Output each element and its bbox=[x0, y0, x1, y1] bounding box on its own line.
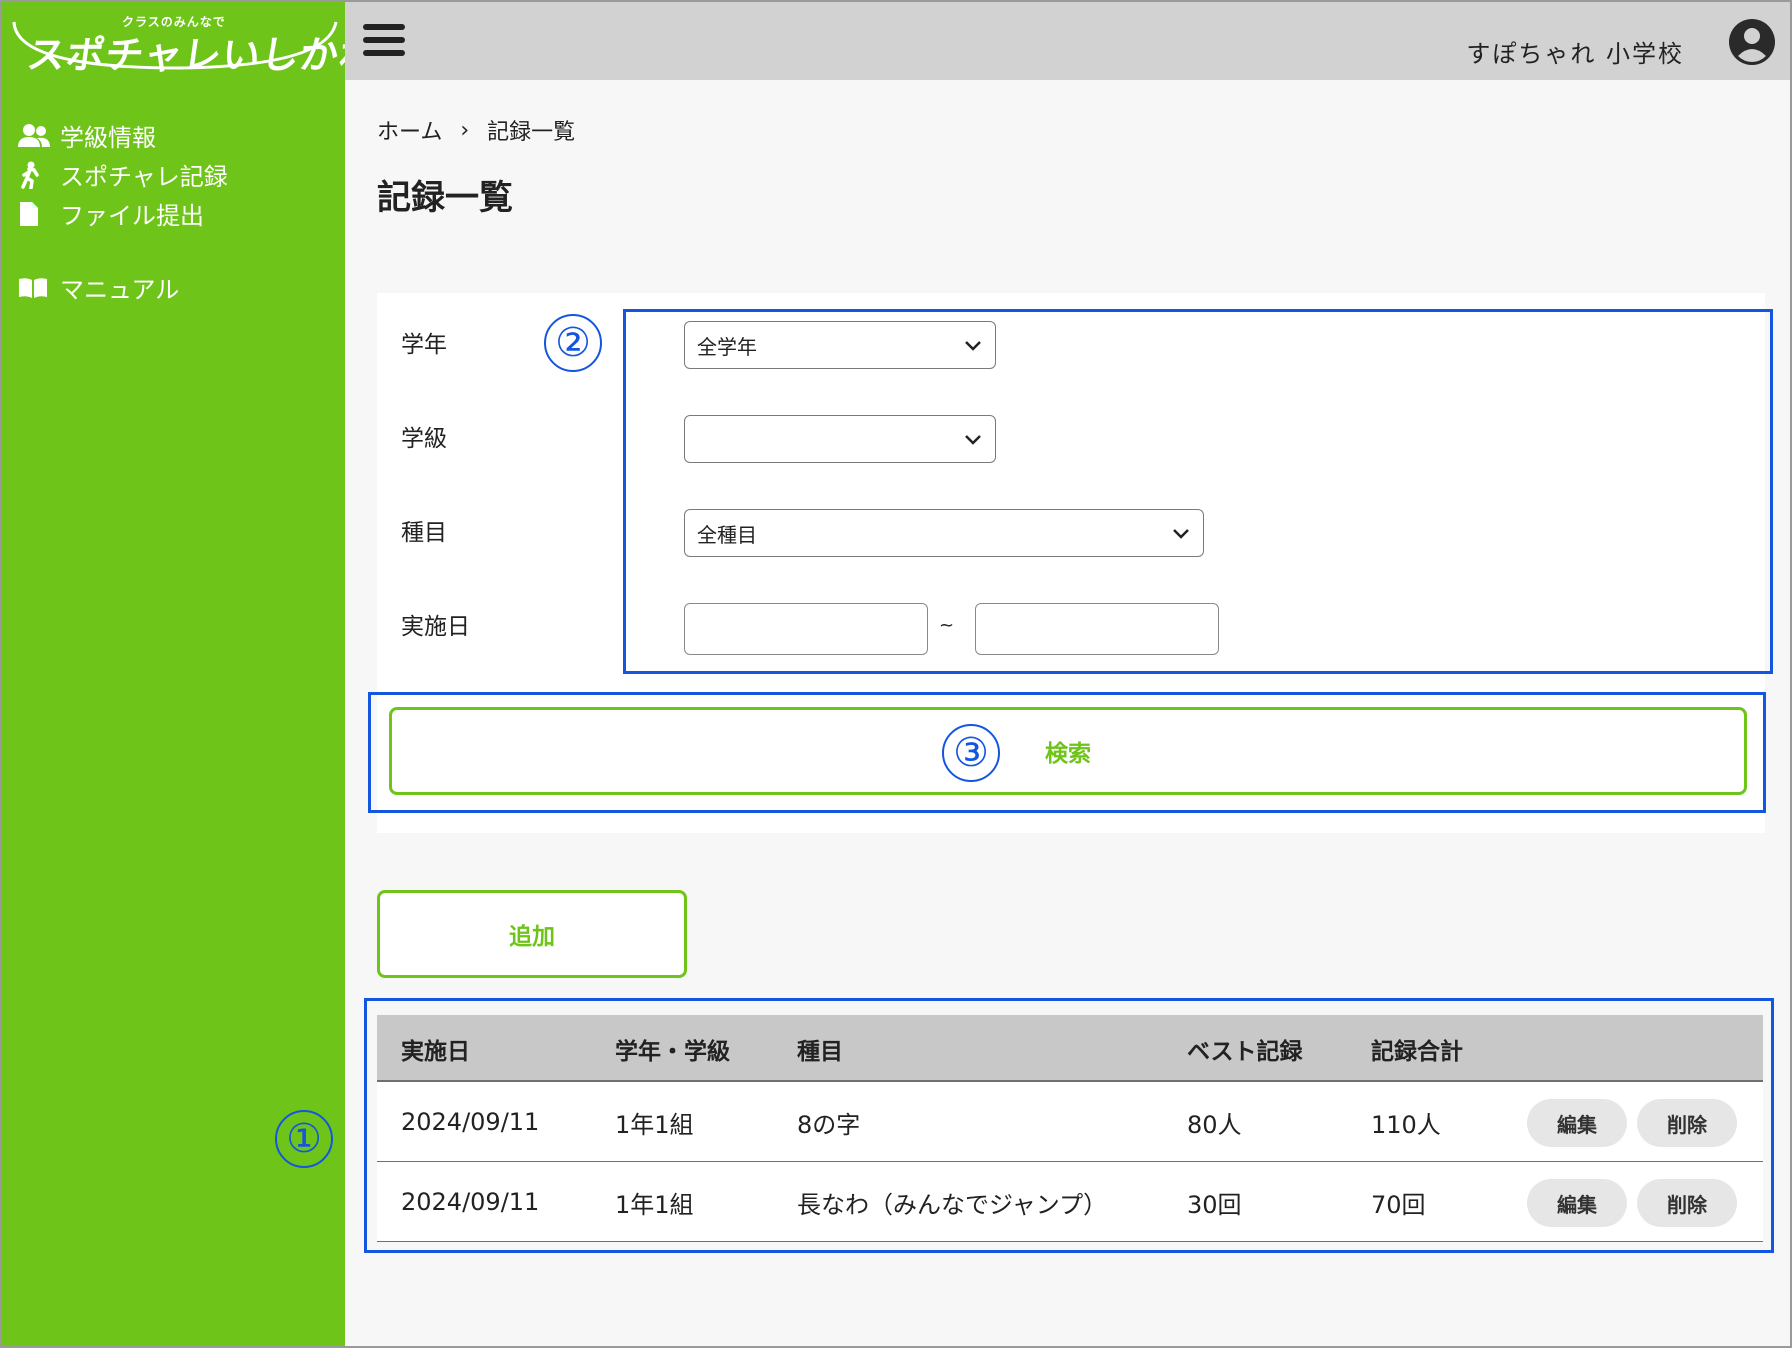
logo-name: スポチャレいしかわ bbox=[24, 33, 382, 77]
cell-class: 1年1組 bbox=[615, 1110, 694, 1139]
date-to-input[interactable] bbox=[975, 603, 1219, 655]
chevron-down-icon bbox=[965, 435, 981, 445]
add-button[interactable]: 追加 bbox=[377, 890, 687, 978]
cell-total: 70回 bbox=[1371, 1190, 1426, 1219]
grade-select-value: 全学年 bbox=[697, 334, 757, 359]
annotation-marker-1: ① bbox=[275, 1110, 333, 1168]
column-header-event: 種目 bbox=[797, 1038, 843, 1065]
running-icon bbox=[18, 161, 50, 189]
edit-button[interactable]: 編集 bbox=[1527, 1099, 1627, 1147]
app-window: クラスのみんなで スポチャレいしかわ 学級情報 スポチャレ記録 ファイル提出 マ… bbox=[0, 0, 1792, 1348]
sidebar-item-file-submit[interactable]: ファイル提出 bbox=[2, 194, 345, 233]
cell-date: 2024/09/11 bbox=[401, 1188, 540, 1216]
account-icon[interactable] bbox=[1728, 18, 1776, 66]
edit-button[interactable]: 編集 bbox=[1527, 1179, 1627, 1227]
app-logo[interactable]: クラスのみんなで スポチャレいしかわ bbox=[10, 8, 381, 77]
column-header-best: ベスト記録 bbox=[1187, 1038, 1303, 1065]
hamburger-icon[interactable] bbox=[363, 24, 405, 60]
grade-select[interactable]: 全学年 bbox=[684, 321, 996, 369]
event-label: 種目 bbox=[401, 520, 447, 546]
event-select-value: 全種目 bbox=[697, 522, 757, 547]
annotation-marker-3: ③ bbox=[942, 724, 1000, 782]
page-title: 記録一覧 bbox=[377, 178, 513, 218]
date-separator: ~ bbox=[939, 615, 955, 636]
table-row: 2024/09/11 1年1組 8の字 80人 110人 編集 削除 bbox=[377, 1082, 1763, 1162]
users-icon bbox=[18, 122, 50, 150]
table-row: 2024/09/11 1年1組 長なわ（みんなでジャンプ） 30回 70回 編集… bbox=[377, 1162, 1763, 1242]
class-select[interactable] bbox=[684, 415, 996, 463]
class-label: 学級 bbox=[401, 426, 447, 452]
cell-best: 80人 bbox=[1187, 1110, 1242, 1139]
book-icon bbox=[18, 274, 50, 302]
chevron-down-icon bbox=[965, 341, 981, 351]
table-header: 実施日 学年・学級 種目 ベスト記録 記録合計 bbox=[377, 1015, 1763, 1082]
annotation-marker-2: ② bbox=[544, 314, 602, 372]
cell-event: 8の字 bbox=[797, 1110, 861, 1139]
search-button[interactable]: 検索 bbox=[389, 707, 1747, 795]
cell-total: 110人 bbox=[1371, 1110, 1441, 1139]
chevron-right-icon: › bbox=[460, 117, 470, 143]
records-table: 実施日 学年・学級 種目 ベスト記録 記録合計 2024/09/11 1年1組 … bbox=[377, 1015, 1763, 1242]
add-button-label: 追加 bbox=[509, 924, 555, 950]
sidebar-item-class-info[interactable]: 学級情報 bbox=[2, 116, 345, 155]
top-header: すぽちゃれ 小学校 bbox=[345, 2, 1790, 80]
search-button-label: 検索 bbox=[1045, 741, 1091, 767]
file-icon bbox=[18, 200, 50, 228]
sidebar-item-label: マニュアル bbox=[60, 276, 180, 304]
sidebar-item-label: 学級情報 bbox=[60, 124, 156, 152]
grade-label: 学年 bbox=[401, 332, 447, 358]
breadcrumb: ホーム › 記録一覧 bbox=[377, 114, 575, 146]
delete-button[interactable]: 削除 bbox=[1637, 1099, 1737, 1147]
school-name: すぽちゃれ 小学校 bbox=[1466, 40, 1684, 68]
cell-best: 30回 bbox=[1187, 1190, 1242, 1219]
cell-event: 長なわ（みんなでジャンプ） bbox=[797, 1190, 1108, 1219]
breadcrumb-home[interactable]: ホーム bbox=[377, 114, 442, 146]
sidebar-item-records[interactable]: スポチャレ記録 bbox=[2, 155, 345, 194]
date-label: 実施日 bbox=[401, 614, 470, 640]
cell-class: 1年1組 bbox=[615, 1190, 694, 1219]
cell-date: 2024/09/11 bbox=[401, 1108, 540, 1136]
sidebar-item-manual[interactable]: マニュアル bbox=[2, 268, 345, 307]
column-header-total: 記録合計 bbox=[1371, 1038, 1463, 1065]
sidebar-nav: 学級情報 スポチャレ記録 ファイル提出 bbox=[2, 116, 345, 233]
delete-button[interactable]: 削除 bbox=[1637, 1179, 1737, 1227]
chevron-down-icon bbox=[1173, 529, 1189, 539]
event-select[interactable]: 全種目 bbox=[684, 509, 1204, 557]
breadcrumb-current: 記録一覧 bbox=[487, 120, 576, 145]
sidebar-item-label: スポチャレ記録 bbox=[60, 163, 228, 191]
sidebar-nav-secondary: マニュアル bbox=[2, 268, 345, 307]
date-from-input[interactable] bbox=[684, 603, 928, 655]
filter-panel: 学年 全学年 学級 種目 全種目 実施日 ~ 検索 bbox=[377, 293, 1765, 833]
sidebar-item-label: ファイル提出 bbox=[60, 202, 204, 230]
column-header-class: 学年・学級 bbox=[615, 1038, 730, 1065]
column-header-date: 実施日 bbox=[401, 1038, 470, 1065]
